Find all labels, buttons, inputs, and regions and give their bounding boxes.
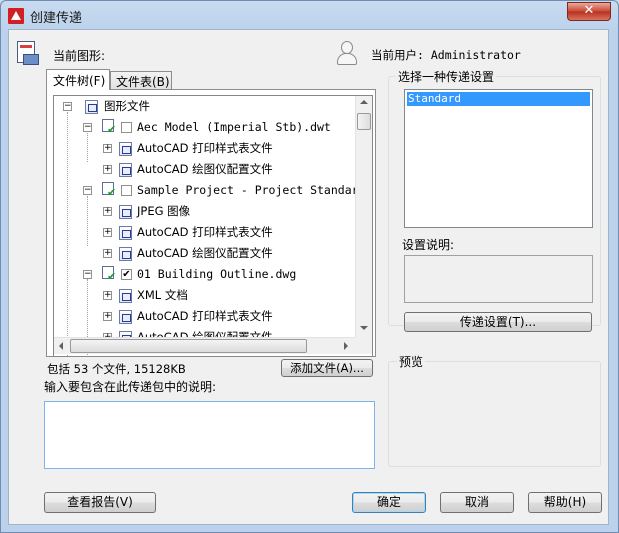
file-type-icon bbox=[119, 142, 132, 156]
tree-item-label: 01 Building Outline.dwg bbox=[137, 267, 297, 281]
file-summary: 包括 53 个文件, 15128KB bbox=[47, 362, 186, 376]
collapse-icon[interactable]: − bbox=[83, 123, 92, 132]
include-checkbox[interactable] bbox=[121, 185, 132, 196]
collapse-icon[interactable]: − bbox=[63, 102, 72, 111]
scroll-thumb[interactable] bbox=[357, 113, 371, 130]
help-button[interactable]: 帮助(H) bbox=[528, 492, 602, 513]
scroll-corner bbox=[355, 337, 372, 354]
scroll-thumb[interactable] bbox=[70, 339, 307, 353]
expand-icon[interactable]: + bbox=[103, 165, 112, 174]
view-report-button[interactable]: 查看报告(V) bbox=[44, 492, 156, 513]
drawing-icon bbox=[15, 39, 41, 67]
collapse-icon[interactable]: − bbox=[83, 186, 92, 195]
setups-list[interactable]: Standard bbox=[404, 89, 593, 228]
drawing-file-icon: ✔ bbox=[99, 182, 117, 199]
title-bar[interactable]: 创建传递 ✕ bbox=[1, 1, 618, 30]
window-title: 创建传递 bbox=[30, 11, 83, 26]
tree-item[interactable]: + AutoCAD 打印样式表文件 bbox=[54, 138, 372, 159]
tree-item[interactable]: + AutoCAD 打印样式表文件 bbox=[54, 222, 372, 243]
notes-textarea[interactable] bbox=[44, 401, 375, 469]
tree-item-label: AutoCAD 绘图仪配置文件 bbox=[137, 246, 273, 260]
collapse-icon[interactable]: − bbox=[83, 270, 92, 279]
file-tree[interactable]: − 图形文件 − ✔ Aec Model (Imperial Stb).dwt … bbox=[53, 95, 373, 357]
current-user-label: 当前用户: Administrator bbox=[371, 48, 521, 62]
drawing-file-icon: ✔ bbox=[99, 119, 117, 136]
tree-item-label: AutoCAD 绘图仪配置文件 bbox=[137, 162, 273, 176]
tab-file-table-label: 文件表(B) bbox=[116, 75, 170, 89]
tree-item-label: XML 文档 bbox=[137, 288, 188, 302]
autocad-logo-icon bbox=[8, 8, 24, 24]
tree-item-label: AutoCAD 打印样式表文件 bbox=[137, 225, 273, 239]
tree-item[interactable]: + AutoCAD 绘图仪配置文件 bbox=[54, 159, 372, 180]
tree-item[interactable]: + XML 文档 bbox=[54, 285, 372, 306]
tree-item-drawing[interactable]: − ✔ Sample Project - Project Standards.d… bbox=[54, 180, 372, 201]
tab-file-table[interactable]: 文件表(B) bbox=[110, 71, 172, 90]
tree-item-drawing[interactable]: − ✔ ✔ 01 Building Outline.dwg bbox=[54, 264, 372, 285]
current-drawing-label: 当前图形: bbox=[53, 49, 106, 63]
cancel-button[interactable]: 取消 bbox=[440, 492, 514, 513]
close-button[interactable]: ✕ bbox=[567, 2, 611, 21]
preview-group bbox=[388, 361, 601, 467]
tree-item-label: AutoCAD 打印样式表文件 bbox=[137, 141, 273, 155]
transmittal-setup-button[interactable]: 传递设置(T)... bbox=[404, 312, 592, 332]
file-type-icon bbox=[119, 226, 132, 240]
tree-item[interactable]: + AutoCAD 打印样式表文件 bbox=[54, 306, 372, 327]
file-type-icon bbox=[119, 205, 132, 219]
horizontal-scrollbar[interactable] bbox=[54, 337, 355, 354]
preview-label: 预览 bbox=[397, 353, 426, 370]
vertical-scrollbar[interactable] bbox=[355, 96, 372, 337]
tree-item-label: AutoCAD 打印样式表文件 bbox=[137, 309, 273, 323]
tree-item-drawing[interactable]: − ✔ Aec Model (Imperial Stb).dwt bbox=[54, 117, 372, 138]
expand-icon[interactable]: + bbox=[103, 312, 112, 321]
tree-item-label: AutoCAD 绘图仪配置文件 bbox=[137, 330, 273, 337]
scroll-down-icon[interactable] bbox=[360, 326, 368, 330]
include-checkbox[interactable]: ✔ bbox=[121, 269, 132, 280]
ok-button[interactable]: 确定 bbox=[352, 492, 426, 513]
tree-item[interactable]: + AutoCAD 绘图仪配置文件 bbox=[54, 327, 372, 337]
tree-root-label: 图形文件 bbox=[104, 99, 150, 113]
user-icon bbox=[336, 40, 358, 66]
expand-icon[interactable]: + bbox=[103, 249, 112, 258]
scroll-left-icon[interactable] bbox=[59, 342, 63, 350]
tree-root[interactable]: − 图形文件 bbox=[54, 96, 372, 117]
tree-item[interactable]: + JPEG 图像 bbox=[54, 201, 372, 222]
add-file-button[interactable]: 添加文件(A)... bbox=[281, 359, 373, 377]
transmittal-setups-label: 选择一种传递设置 bbox=[396, 68, 497, 85]
tab-file-tree-label: 文件树(F) bbox=[53, 74, 106, 88]
setup-description-box bbox=[404, 255, 593, 303]
expand-icon[interactable]: + bbox=[103, 144, 112, 153]
dialog-client: 当前图形: 当前用户: Administrator 文件树(F) 文件表(B) … bbox=[8, 29, 609, 525]
drawing-file-icon: ✔ bbox=[99, 266, 117, 283]
tree-item-label: JPEG 图像 bbox=[137, 204, 191, 218]
tree-item-label: Sample Project - Project Standards.dwg bbox=[137, 183, 372, 197]
file-type-icon bbox=[119, 247, 132, 261]
expand-icon[interactable]: + bbox=[103, 291, 112, 300]
expand-icon[interactable]: + bbox=[103, 207, 112, 216]
tab-file-tree[interactable]: 文件树(F) bbox=[46, 69, 110, 90]
file-type-icon bbox=[119, 310, 132, 324]
scroll-up-icon[interactable] bbox=[360, 100, 368, 104]
setup-item-standard[interactable]: Standard bbox=[407, 92, 590, 106]
tree-item[interactable]: + AutoCAD 绘图仪配置文件 bbox=[54, 243, 372, 264]
expand-icon[interactable]: + bbox=[103, 228, 112, 237]
setup-description-label: 设置说明: bbox=[402, 238, 455, 252]
xml-file-icon bbox=[119, 289, 132, 303]
scroll-right-icon[interactable] bbox=[344, 342, 348, 350]
tree-item-label: Aec Model (Imperial Stb).dwt bbox=[137, 120, 331, 134]
drawing-files-icon bbox=[85, 100, 98, 114]
include-checkbox[interactable] bbox=[121, 122, 132, 133]
notes-label: 输入要包含在此传递包中的说明: bbox=[44, 380, 217, 394]
file-type-icon bbox=[119, 163, 132, 177]
